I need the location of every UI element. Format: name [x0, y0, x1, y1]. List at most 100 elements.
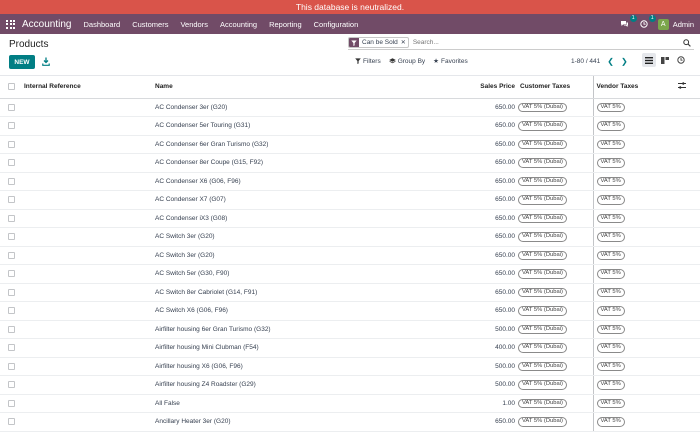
table-row[interactable]: AC Switch 3er (G20) 650.00 VAT 5% (Dubai) V… [0, 227, 700, 247]
cell-name[interactable]: AC Condenser 3er (G20) [155, 98, 443, 117]
header-vendor-taxes[interactable]: Vendor Taxes [593, 76, 678, 99]
cell-name[interactable]: AC Condenser 6er Gran Turismo (G32) [155, 135, 443, 154]
search-input[interactable] [412, 39, 663, 46]
cell-internal-reference[interactable] [24, 320, 155, 339]
row-checkbox[interactable] [8, 418, 15, 426]
cell-internal-reference[interactable] [24, 116, 155, 136]
header-internal-reference[interactable]: Internal Reference [24, 76, 155, 99]
cell-customer-taxes[interactable]: VAT 5% (Dubai) [518, 394, 594, 413]
cell-vendor-taxes[interactable]: VAT 5% [593, 357, 678, 376]
cell-name[interactable]: AC Condenser X7 (G07) [155, 190, 443, 210]
menu-accounting[interactable]: Accounting [220, 20, 257, 29]
cell-vendor-taxes[interactable]: VAT 5% [593, 394, 678, 413]
cell-internal-reference[interactable] [24, 246, 155, 265]
row-checkbox[interactable] [8, 381, 15, 389]
row-checkbox[interactable] [8, 288, 15, 296]
cell-name[interactable]: Airfilter housing Z4 Roadster (G29) [155, 375, 443, 395]
chevron-right-icon[interactable]: ❯ [621, 57, 628, 66]
cell-internal-reference[interactable] [24, 412, 155, 432]
table-row[interactable]: Airfilter housing X6 (G06, F96) 500.00 VAT… [0, 357, 700, 376]
row-checkbox[interactable] [8, 159, 15, 167]
cell-customer-taxes[interactable]: VAT 5% (Dubai) [518, 320, 594, 339]
table-row[interactable]: AC Switch 5er (G30, F90) 650.00 VAT 5% (Du… [0, 264, 700, 284]
cell-customer-taxes[interactable]: VAT 5% (Dubai) [518, 338, 594, 358]
cell-vendor-taxes[interactable]: VAT 5% [593, 116, 678, 136]
cell-name[interactable]: AC Switch 3er (G20) [155, 246, 443, 265]
table-row[interactable]: Ancillary Heater 3er (G20) 650.00 VAT 5% (… [0, 412, 700, 432]
cell-sales-price[interactable]: 650.00 [443, 283, 518, 302]
row-checkbox[interactable] [8, 325, 15, 333]
table-row[interactable]: AC Condenser X6 (G06, F96) 650.00 VAT 5% (… [0, 172, 700, 191]
cell-vendor-taxes[interactable]: VAT 5% [593, 135, 678, 154]
cell-vendor-taxes[interactable]: VAT 5% [593, 375, 678, 395]
cell-sales-price[interactable]: 650.00 [443, 98, 518, 117]
menu-vendors[interactable]: Vendors [180, 20, 208, 29]
cell-customer-taxes[interactable]: VAT 5% (Dubai) [518, 283, 594, 302]
filters-button[interactable]: Filters [355, 58, 381, 65]
row-checkbox[interactable] [8, 177, 15, 185]
cell-customer-taxes[interactable]: VAT 5% (Dubai) [518, 153, 594, 173]
row-checkbox[interactable] [8, 214, 15, 222]
cell-customer-taxes[interactable]: VAT 5% (Dubai) [518, 357, 594, 376]
cell-customer-taxes[interactable]: VAT 5% (Dubai) [518, 135, 594, 154]
cell-internal-reference[interactable] [24, 357, 155, 376]
group-by-button[interactable]: Group By [388, 58, 425, 65]
cell-vendor-taxes[interactable]: VAT 5% [593, 283, 678, 302]
cell-sales-price[interactable]: 650.00 [443, 412, 518, 432]
cell-internal-reference[interactable] [24, 394, 155, 413]
row-checkbox[interactable] [8, 344, 15, 352]
cell-vendor-taxes[interactable]: VAT 5% [593, 153, 678, 173]
cell-name[interactable]: AC Switch X6 (G06, F96) [155, 301, 443, 321]
cell-vendor-taxes[interactable]: VAT 5% [593, 320, 678, 339]
row-checkbox[interactable] [8, 233, 15, 241]
row-checkbox[interactable] [8, 270, 15, 278]
table-row[interactable]: AC Switch 3er (G20) 650.00 VAT 5% (Dubai) V… [0, 246, 700, 265]
cell-customer-taxes[interactable]: VAT 5% (Dubai) [518, 301, 594, 321]
cell-name[interactable]: AC Condenser 8er Coupe (G15, F92) [155, 153, 443, 173]
cell-customer-taxes[interactable]: VAT 5% (Dubai) [518, 190, 594, 210]
cell-internal-reference[interactable] [24, 227, 155, 247]
row-checkbox[interactable] [8, 307, 15, 315]
cell-customer-taxes[interactable]: VAT 5% (Dubai) [518, 375, 594, 395]
cell-vendor-taxes[interactable]: VAT 5% [593, 98, 678, 117]
cell-sales-price[interactable]: 1.00 [443, 394, 518, 413]
cell-vendor-taxes[interactable]: VAT 5% [593, 172, 678, 191]
cell-vendor-taxes[interactable]: VAT 5% [593, 338, 678, 358]
cell-internal-reference[interactable] [24, 190, 155, 210]
cell-sales-price[interactable]: 650.00 [443, 116, 518, 136]
header-customer-taxes[interactable]: Customer Taxes [518, 76, 594, 99]
app-brand[interactable]: Accounting [22, 19, 71, 30]
cell-vendor-taxes[interactable]: VAT 5% [593, 190, 678, 210]
table-row[interactable]: AC Condenser iX3 (G08) 650.00 VAT 5% (Duba… [0, 209, 700, 228]
sliders-icon[interactable] [678, 82, 686, 89]
kanban-view-button[interactable] [658, 53, 672, 67]
cell-vendor-taxes[interactable]: VAT 5% [593, 209, 678, 228]
chevron-left-icon[interactable]: ❮ [607, 57, 614, 66]
table-row[interactable]: AC Switch 8er Cabriolet (G14, F91) 650.00… [0, 283, 700, 302]
row-checkbox[interactable] [8, 251, 15, 259]
cell-internal-reference[interactable] [24, 98, 155, 117]
cell-sales-price[interactable]: 650.00 [443, 135, 518, 154]
list-view-button[interactable] [642, 53, 656, 67]
cell-name[interactable]: Airfilter housing Mini Clubman (F54) [155, 338, 443, 358]
row-checkbox[interactable] [8, 196, 15, 204]
table-row[interactable]: AC Condenser 8er Coupe (G15, F92) 650.00 V… [0, 153, 700, 173]
row-checkbox[interactable] [8, 103, 15, 111]
cell-internal-reference[interactable] [24, 338, 155, 358]
cell-vendor-taxes[interactable]: VAT 5% [593, 227, 678, 247]
cell-sales-price[interactable]: 650.00 [443, 190, 518, 210]
cell-vendor-taxes[interactable]: VAT 5% [593, 301, 678, 321]
cell-customer-taxes[interactable]: VAT 5% (Dubai) [518, 412, 594, 432]
cell-name[interactable]: AC Switch 5er (G30, F90) [155, 264, 443, 284]
cell-customer-taxes[interactable]: VAT 5% (Dubai) [518, 116, 594, 136]
cell-sales-price[interactable]: 650.00 [443, 246, 518, 265]
cell-internal-reference[interactable] [24, 301, 155, 321]
table-row[interactable]: All False 1.00 VAT 5% (Dubai) VAT 5% [0, 394, 700, 413]
cell-name[interactable]: AC Switch 3er (G20) [155, 227, 443, 247]
row-checkbox[interactable] [8, 399, 15, 407]
cell-sales-price[interactable]: 650.00 [443, 209, 518, 228]
cell-customer-taxes[interactable]: VAT 5% (Dubai) [518, 264, 594, 284]
cell-sales-price[interactable]: 400.00 [443, 338, 518, 358]
favorites-button[interactable]: ★ Favorites [433, 57, 468, 66]
cell-sales-price[interactable]: 650.00 [443, 153, 518, 173]
